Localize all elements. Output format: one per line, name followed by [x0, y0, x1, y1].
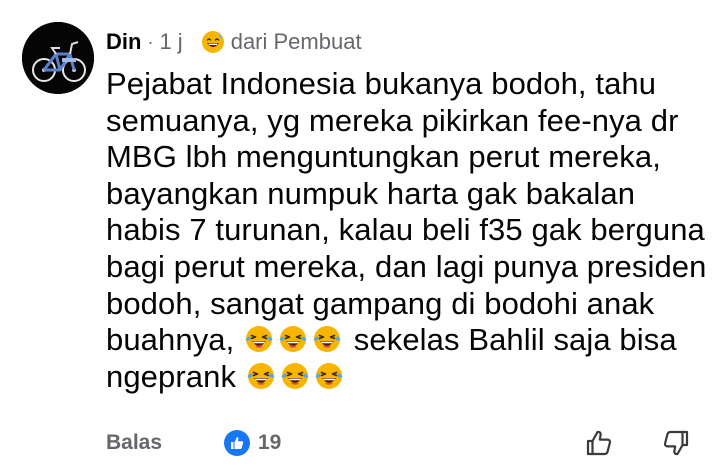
thumbs-up-icon	[224, 430, 250, 456]
laughing-tears-emoji-icon	[277, 323, 309, 355]
reaction-count: 19	[258, 431, 282, 454]
laughing-tears-emoji-icon	[243, 323, 275, 355]
thumbs-up-outline-icon[interactable]	[584, 428, 614, 458]
reaction-summary[interactable]: 19	[224, 430, 281, 456]
comment-line: MBG lbh menguntungkan perut mereka,	[106, 139, 661, 175]
bicycle-avatar-image	[22, 22, 94, 94]
thumbs-down-outline-icon[interactable]	[661, 428, 691, 458]
avatar[interactable]	[22, 22, 94, 94]
comment-line: bayangkan numpuk harta gak bakalan	[106, 175, 636, 211]
grinning-sweat-emoji-icon	[201, 30, 225, 54]
comment-body: Pejabat Indonesia bukanya bodoh, tahu se…	[106, 66, 706, 395]
author-name[interactable]: Din	[106, 29, 141, 55]
comment-text-fragment: buahnya,	[106, 322, 244, 358]
comment-line: bodoh, sangat gampang di bodohi anak	[106, 285, 655, 321]
laughing-tears-emoji-icon	[245, 360, 277, 392]
separator-dot: ·	[147, 31, 154, 52]
comment-header: Din · 1 j dari Pembuat	[106, 26, 362, 58]
comment-line: bagi perut mereka, dan lagi punya presid…	[106, 248, 707, 284]
laughing-tears-emoji-icon	[279, 360, 311, 392]
comment-line-emoji: ngeprank	[106, 359, 706, 396]
comment-line-emoji: buahnya, sekelas Bahlil saja bisa	[106, 322, 706, 359]
author-badge-label: dari Pembuat	[230, 29, 362, 54]
comment-line: semuanya, yg mereka pikirkan fee-nya dr	[106, 102, 679, 138]
timestamp[interactable]: 1 j	[159, 29, 182, 55]
comment-line: Pejabat Indonesia bukanya bodoh, tahu	[106, 66, 657, 101]
laughing-tears-emoji-icon	[311, 323, 343, 355]
comment-text-fragment: sekelas Bahlil saja bisa	[345, 322, 677, 358]
comment-actions: Balas 19	[106, 428, 706, 458]
laughing-tears-emoji-icon	[313, 360, 345, 392]
comment-text-fragment: ngeprank	[106, 358, 245, 394]
reply-button[interactable]: Balas	[106, 431, 162, 455]
comment: Din · 1 j dari Pembuat Pejabat Indonesia…	[0, 0, 720, 472]
comment-line: habis 7 turunan, kalau beli f35 gak berg…	[106, 212, 705, 248]
